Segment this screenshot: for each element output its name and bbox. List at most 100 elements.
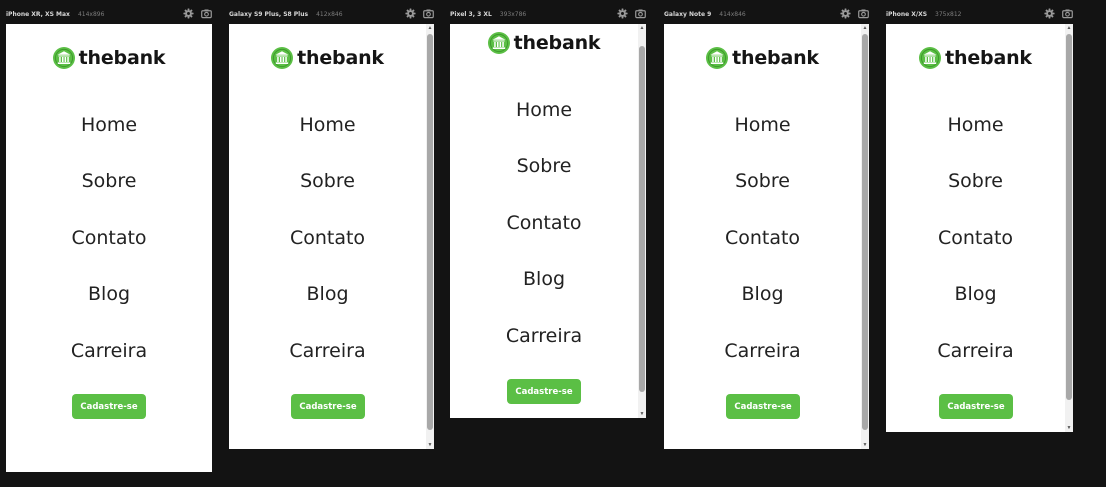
scrollbar[interactable]: ▲ ▼ (1065, 24, 1073, 432)
nav-item[interactable]: Home (6, 113, 212, 137)
nav-item[interactable]: Home (886, 113, 1065, 137)
nav-item[interactable]: Blog (229, 282, 426, 306)
brand-logo[interactable]: thebank (664, 46, 861, 70)
nav-item[interactable]: Carreira (229, 339, 426, 363)
camera-icon[interactable] (858, 8, 869, 19)
device-size: 412x846 (316, 10, 343, 18)
nav-item[interactable]: Blog (6, 282, 212, 306)
bank-icon (919, 47, 942, 69)
device-screen: thebank Home Sobre Contato Blog Carreira Cadas… (664, 24, 869, 449)
scrollbar-thumb[interactable] (427, 34, 433, 430)
nav-item[interactable]: Contato (886, 226, 1065, 250)
scroll-down-arrow-icon[interactable]: ▼ (426, 441, 434, 449)
scroll-up-arrow-icon[interactable]: ▲ (1065, 24, 1073, 32)
brand-logo[interactable]: thebank (229, 46, 426, 70)
nav-item[interactable]: Carreira (664, 339, 861, 363)
bank-icon (271, 47, 294, 69)
device-header: Galaxy Note 9 414x846 (664, 4, 869, 24)
gear-icon[interactable] (840, 8, 851, 19)
brand-logo[interactable]: thebank (886, 46, 1065, 70)
gear-icon[interactable] (1044, 8, 1055, 19)
nav-item[interactable]: Home (229, 113, 426, 137)
scroll-down-arrow-icon[interactable]: ▼ (1065, 424, 1073, 432)
device-preview: iPhone X/XS 375x812 thebank Home Sobre Contat… (886, 4, 1073, 432)
mobile-menu: thebank Home Sobre Contato Blog Carreira Cadas… (6, 24, 212, 472)
device-size: 414x846 (719, 10, 746, 18)
device-tools (183, 8, 212, 19)
scroll-up-arrow-icon[interactable]: ▲ (861, 24, 869, 32)
device-tools (617, 8, 646, 19)
mobile-menu: thebank Home Sobre Contato Blog Carreira Cadas… (229, 24, 426, 449)
camera-icon[interactable] (423, 8, 434, 19)
scroll-up-arrow-icon[interactable]: ▲ (638, 24, 646, 32)
nav-item[interactable]: Sobre (450, 154, 638, 178)
signup-button[interactable]: Cadastre-se (507, 379, 581, 404)
nav-item[interactable]: Sobre (664, 169, 861, 193)
nav-item[interactable]: Contato (229, 226, 426, 250)
bank-icon (52, 47, 75, 69)
signup-button[interactable]: Cadastre-se (291, 394, 365, 419)
brand-name: thebank (945, 47, 1032, 69)
brand-name: thebank (78, 47, 166, 69)
device-header: iPhone X/XS 375x812 (886, 4, 1073, 24)
scrollbar-thumb[interactable] (862, 34, 868, 430)
scrollbar-thumb[interactable] (1066, 34, 1072, 400)
nav-item[interactable]: Contato (450, 211, 638, 235)
device-name: Galaxy S9 Plus, S8 Plus (229, 10, 309, 18)
nav-item[interactable]: Carreira (6, 339, 212, 363)
camera-icon[interactable] (201, 8, 212, 19)
device-screen: thebank Home Sobre Contato Blog Carreira Cadas… (229, 24, 434, 449)
device-tools (840, 8, 869, 19)
device-screen: thebank Home Sobre Contato Blog Carreira Cadas… (886, 24, 1073, 432)
device-header: Galaxy S9 Plus, S8 Plus 412x846 (229, 4, 434, 24)
device-name: iPhone X/XS (886, 10, 928, 18)
device-tools (1044, 8, 1073, 19)
device-screen: thebank Home Sobre Contato Blog Carreira Cadas… (450, 24, 646, 418)
brand-logo[interactable]: thebank (6, 46, 212, 70)
device-name: iPhone XR, XS Max (6, 10, 70, 18)
bank-icon (706, 47, 729, 69)
scrollbar[interactable]: ▲ ▼ (426, 24, 434, 449)
device-size: 393x786 (499, 10, 527, 18)
brand-logo[interactable]: thebank (450, 31, 638, 55)
device-size: 375x812 (935, 10, 962, 18)
nav-item[interactable]: Contato (6, 226, 212, 250)
signup-button[interactable]: Cadastre-se (726, 394, 800, 419)
nav-item[interactable]: Carreira (886, 339, 1065, 363)
device-preview: Galaxy Note 9 414x846 thebank Home Sobre Cont… (664, 4, 869, 449)
device-preview: Galaxy S9 Plus, S8 Plus 412x846 thebank Hom… (229, 4, 434, 449)
nav-item[interactable]: Blog (450, 267, 638, 291)
brand-name: thebank (513, 32, 601, 54)
nav-item[interactable]: Home (664, 113, 861, 137)
camera-icon[interactable] (635, 8, 646, 19)
scroll-down-arrow-icon[interactable]: ▼ (861, 441, 869, 449)
gear-icon[interactable] (183, 8, 194, 19)
signup-button[interactable]: Cadastre-se (939, 394, 1013, 419)
device-name: Pixel 3, 3 XL (450, 10, 492, 18)
scrollbar-thumb[interactable] (639, 46, 645, 392)
device-preview: Pixel 3, 3 XL 393x786 thebank Home Sobre Cont… (450, 4, 646, 418)
gear-icon[interactable] (405, 8, 416, 19)
device-name: Galaxy Note 9 (664, 10, 712, 18)
mobile-menu: thebank Home Sobre Contato Blog Carreira Cadas… (886, 24, 1065, 432)
brand-name: thebank (297, 47, 384, 69)
device-header: iPhone XR, XS Max 414x896 (6, 4, 212, 24)
scroll-down-arrow-icon[interactable]: ▼ (638, 410, 646, 418)
scrollbar[interactable]: ▲ ▼ (638, 24, 646, 418)
brand-name: thebank (732, 47, 819, 69)
device-header: Pixel 3, 3 XL 393x786 (450, 4, 646, 24)
device-tools (405, 8, 434, 19)
camera-icon[interactable] (1062, 8, 1073, 19)
nav-item[interactable]: Sobre (229, 169, 426, 193)
nav-item[interactable]: Blog (664, 282, 861, 306)
nav-item[interactable]: Contato (664, 226, 861, 250)
gear-icon[interactable] (617, 8, 628, 19)
nav-item[interactable]: Sobre (886, 169, 1065, 193)
nav-item[interactable]: Carreira (450, 324, 638, 348)
nav-item[interactable]: Home (450, 98, 638, 122)
scroll-up-arrow-icon[interactable]: ▲ (426, 24, 434, 32)
nav-item[interactable]: Blog (886, 282, 1065, 306)
signup-button[interactable]: Cadastre-se (72, 394, 146, 419)
scrollbar[interactable]: ▲ ▼ (861, 24, 869, 449)
nav-item[interactable]: Sobre (6, 169, 212, 193)
